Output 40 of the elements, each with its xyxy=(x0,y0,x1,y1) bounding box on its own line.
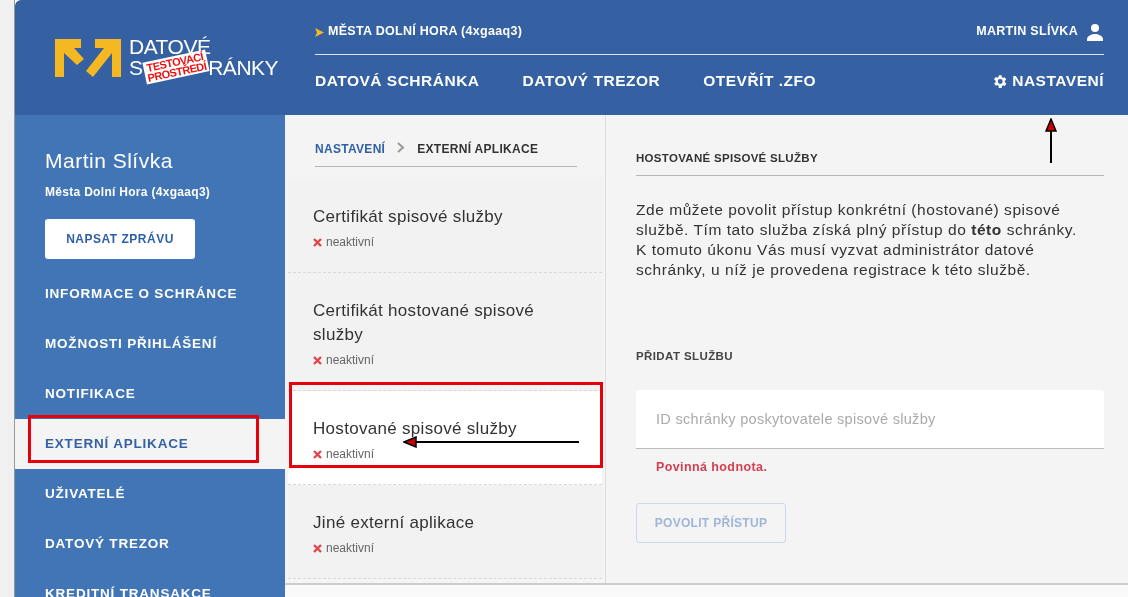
status-text: neaktivní xyxy=(326,540,375,557)
description-text: Zde můžete povolit přístup konkrétní (hostované) spisové službě. Tím tato služba získá plný přístup do této schránky. K tomuto úkonu Vás musí vyzvat administrátor datové schránky, u níž je provedena registrace k této službě. xyxy=(636,200,1078,281)
sidebar-item[interactable]: INFORMACE O SCHRÁNCE xyxy=(15,268,285,319)
app-list-item[interactable]: Hostované spisové služby neaktivní xyxy=(288,391,602,485)
status-text: neaktivní xyxy=(326,352,375,369)
sidebar-item[interactable]: KREDITNÍ TRANSAKCE xyxy=(15,568,285,597)
nav-link[interactable]: DATOVÁ SCHRÁNKA xyxy=(315,69,480,93)
user-link[interactable]: MARTIN SLÍVKA xyxy=(976,22,1078,41)
sidebar-item[interactable]: UŽIVATELÉ xyxy=(15,468,285,519)
settings-icon xyxy=(991,72,1009,90)
mailbox-id-field[interactable]: ID schránky poskytovatele spisové služby xyxy=(636,389,1104,449)
section-label: PŘIDAT SLUŽBU xyxy=(636,349,734,365)
annotation-arrow xyxy=(1045,118,1057,163)
chevron-icon xyxy=(397,142,406,153)
status-text: neaktivní xyxy=(326,446,375,463)
write-message-button[interactable]: NAPSAT ZPRÁVU xyxy=(45,218,195,259)
mailbox-name: MĚSTA DOLNÍ HORA (4xgaaq3) xyxy=(328,22,523,41)
logo-text: S xyxy=(129,57,143,77)
user-name: Martin Slívka xyxy=(44,148,174,174)
app-title: Certifikát spisové služby xyxy=(313,206,504,228)
breadcrumb-current: EXTERNÍ APLIKACE xyxy=(417,140,539,158)
sidebar-item[interactable]: EXTERNÍ APLIKACE xyxy=(15,418,285,469)
breadcrumb-link[interactable]: NASTAVENÍ xyxy=(315,140,386,166)
mailbox-name: Města Dolní Hora (4xgaaq3) xyxy=(44,183,212,201)
logo-text: RÁNKY xyxy=(208,57,279,77)
section-heading: HOSTOVANÉ SPISOVÉ SLUŽBY xyxy=(636,150,1104,177)
arrow-icon xyxy=(315,28,324,37)
sidebar-item[interactable]: NOTIFIKACE xyxy=(15,368,285,419)
sidebar-item[interactable]: MOŽNOSTI PŘIHLÁŠENÍ xyxy=(15,318,285,369)
user-icon xyxy=(1086,23,1104,41)
settings-link[interactable]: NASTAVENÍ xyxy=(991,69,1104,93)
status-text: neaktivní xyxy=(326,234,375,251)
logo-icon xyxy=(55,38,121,77)
sidebar-item[interactable]: DATOVÝ TREZOR xyxy=(15,518,285,569)
error-message: Povinná hodnota. xyxy=(656,458,769,476)
nav-link[interactable]: OTEVŘÍT .ZFO xyxy=(703,69,816,93)
app-title: Certifikát hostované spisové služby xyxy=(313,300,535,346)
nav-link[interactable]: DATOVÝ TREZOR xyxy=(522,69,661,93)
app-title: Hostované spisové služby xyxy=(313,418,518,440)
app-title: Jiné externí aplikace xyxy=(313,512,476,534)
